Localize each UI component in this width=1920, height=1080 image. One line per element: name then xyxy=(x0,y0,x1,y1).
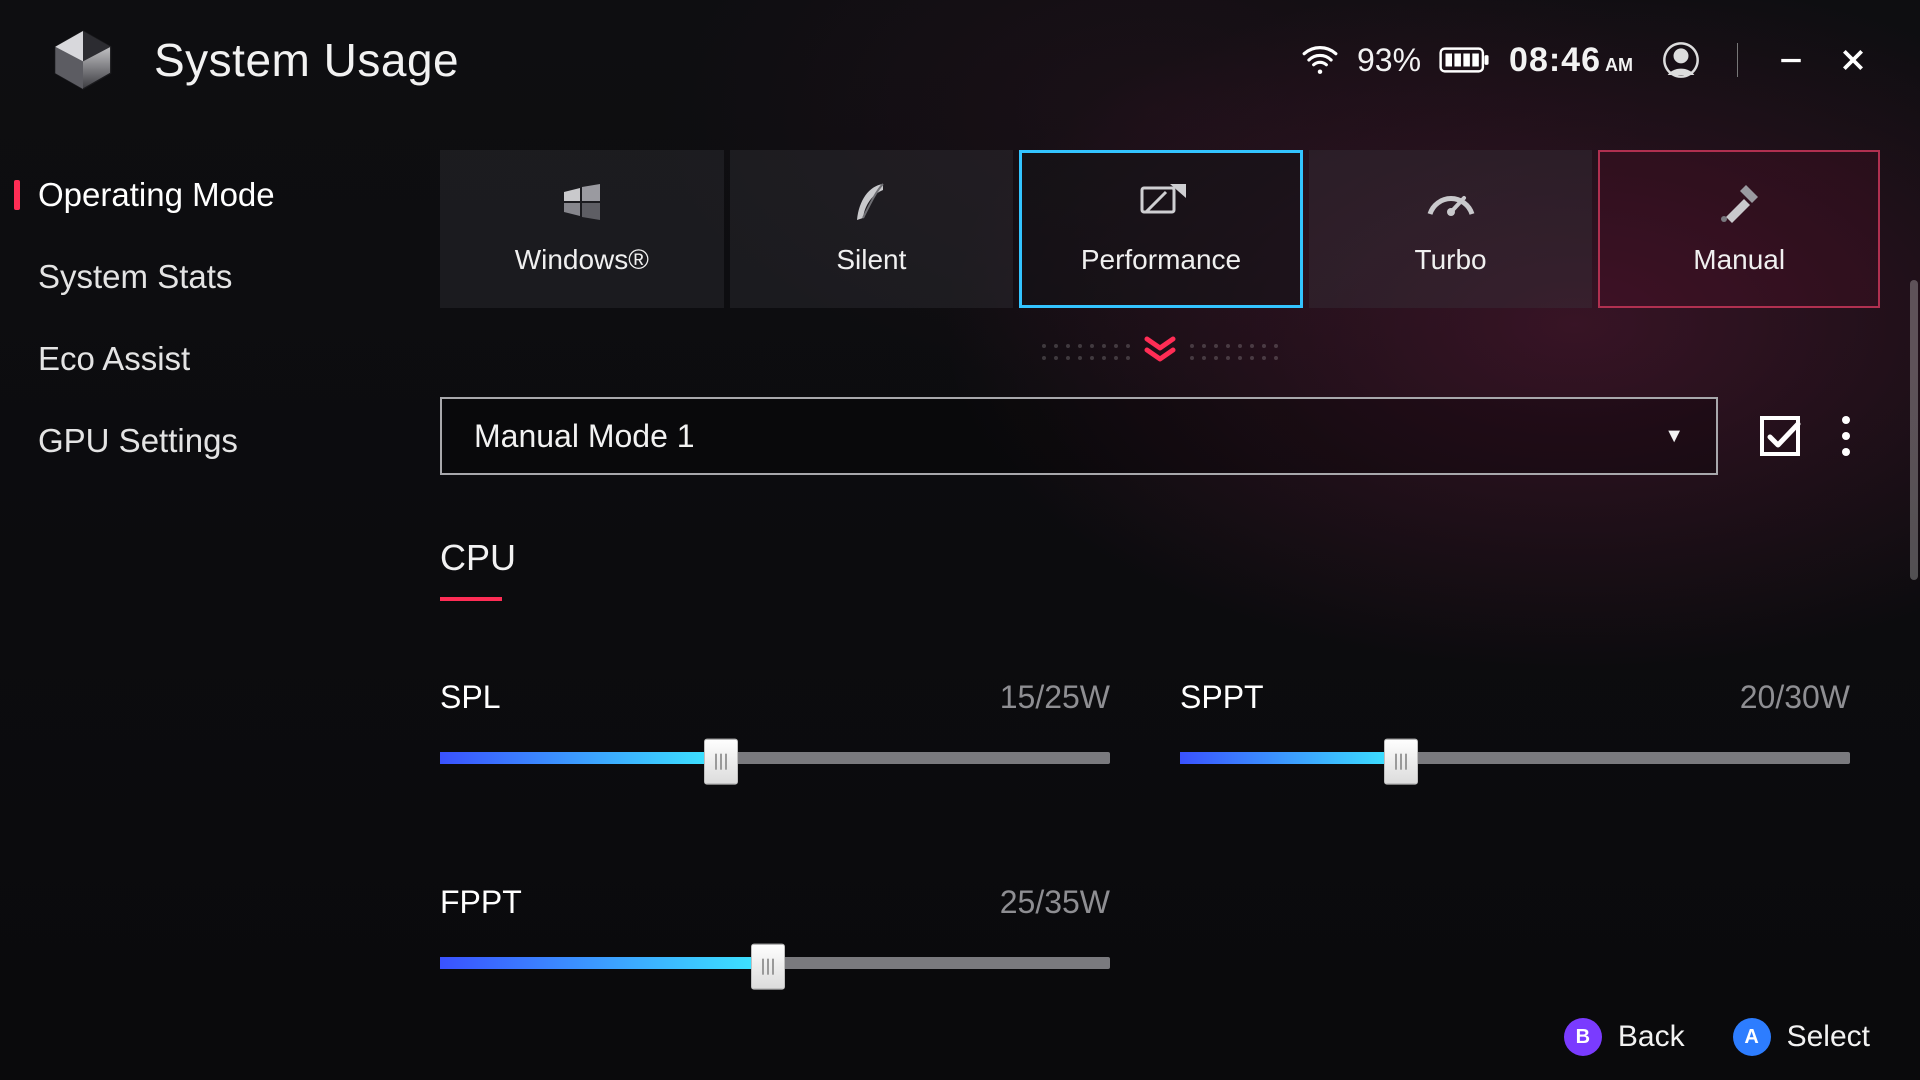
windows-icon xyxy=(560,182,604,222)
b-button-icon: B xyxy=(1564,1018,1602,1056)
slider-label: FPPT xyxy=(440,884,522,921)
slider-thumb[interactable] xyxy=(751,944,785,990)
status-cluster: 93% 08:46AM xyxy=(1301,41,1633,80)
slider-sppt: SPPT 20/30W xyxy=(1180,679,1850,764)
slider-fppt: FPPT 25/35W xyxy=(440,884,1110,969)
battery-percent: 93% xyxy=(1357,42,1421,79)
sidebar-item-operating-mode[interactable]: Operating Mode xyxy=(0,154,440,236)
slider-spl: SPL 15/25W xyxy=(440,679,1110,764)
header-divider xyxy=(1737,43,1738,77)
mode-label: Turbo xyxy=(1415,244,1487,276)
page-title: System Usage xyxy=(154,33,459,87)
profile-icon[interactable] xyxy=(1661,40,1701,80)
preset-select[interactable]: Manual Mode 1 ▼ xyxy=(440,397,1718,475)
sidebar-item-label: Operating Mode xyxy=(38,176,275,213)
slider-value: 15/25W xyxy=(1000,679,1110,716)
mode-tile-silent[interactable]: Silent xyxy=(730,150,1014,308)
slider-label: SPPT xyxy=(1180,679,1264,716)
sidebar-item-system-stats[interactable]: System Stats xyxy=(0,236,440,318)
hint-label: Select xyxy=(1787,1020,1870,1054)
feather-icon xyxy=(851,182,891,222)
slider-track[interactable] xyxy=(440,752,1110,764)
performance-icon xyxy=(1136,182,1186,222)
mode-label: Silent xyxy=(836,244,906,276)
mode-tile-manual[interactable]: Manual xyxy=(1598,150,1880,308)
mode-label: Performance xyxy=(1081,244,1241,276)
section-underline xyxy=(440,597,502,601)
slider-track[interactable] xyxy=(440,957,1110,969)
sidebar-item-label: Eco Assist xyxy=(38,340,190,377)
expand-chevron-row xyxy=(440,336,1880,367)
slider-value: 20/30W xyxy=(1740,679,1850,716)
hint-label: Back xyxy=(1618,1020,1685,1054)
slider-label: SPL xyxy=(440,679,500,716)
a-button-icon: A xyxy=(1733,1018,1771,1056)
sidebar-item-label: GPU Settings xyxy=(38,422,238,459)
slider-track[interactable] xyxy=(1180,752,1850,764)
tools-icon xyxy=(1716,182,1762,222)
section-title-cpu: CPU xyxy=(440,537,1880,579)
sidebar-item-label: System Stats xyxy=(38,258,232,295)
mode-label: Manual xyxy=(1693,244,1785,276)
speedometer-icon xyxy=(1426,182,1476,222)
slider-thumb[interactable] xyxy=(1384,739,1418,785)
apply-checkbox-button[interactable] xyxy=(1758,414,1802,458)
caret-down-icon: ▼ xyxy=(1664,425,1684,448)
minimize-button[interactable] xyxy=(1774,43,1808,77)
scrollbar[interactable] xyxy=(1910,280,1918,580)
clock: 08:46AM xyxy=(1509,41,1633,80)
slider-value: 25/35W xyxy=(1000,884,1110,921)
preset-selected-label: Manual Mode 1 xyxy=(474,418,695,455)
more-options-button[interactable] xyxy=(1842,416,1850,456)
close-button[interactable] xyxy=(1836,43,1870,77)
mode-tile-windows[interactable]: Windows® xyxy=(440,150,724,308)
sidebar-item-eco-assist[interactable]: Eco Assist xyxy=(0,318,440,400)
wifi-icon xyxy=(1301,45,1339,75)
hint-select: A Select xyxy=(1733,1018,1870,1056)
sidebar-item-gpu-settings[interactable]: GPU Settings xyxy=(0,400,440,482)
hint-back: B Back xyxy=(1564,1018,1685,1056)
mode-tile-performance[interactable]: Performance xyxy=(1019,150,1303,308)
footer-hints: B Back A Select xyxy=(1564,1018,1870,1056)
slider-thumb[interactable] xyxy=(704,739,738,785)
app-logo-icon xyxy=(50,27,116,93)
chevron-down-icon[interactable] xyxy=(1144,336,1176,367)
mode-label: Windows® xyxy=(515,244,649,276)
sidebar: Operating Mode System Stats Eco Assist G… xyxy=(0,120,440,1080)
mode-tile-row: Windows® Silent xyxy=(440,150,1880,308)
battery-icon xyxy=(1439,45,1491,75)
mode-tile-turbo[interactable]: Turbo xyxy=(1309,150,1593,308)
